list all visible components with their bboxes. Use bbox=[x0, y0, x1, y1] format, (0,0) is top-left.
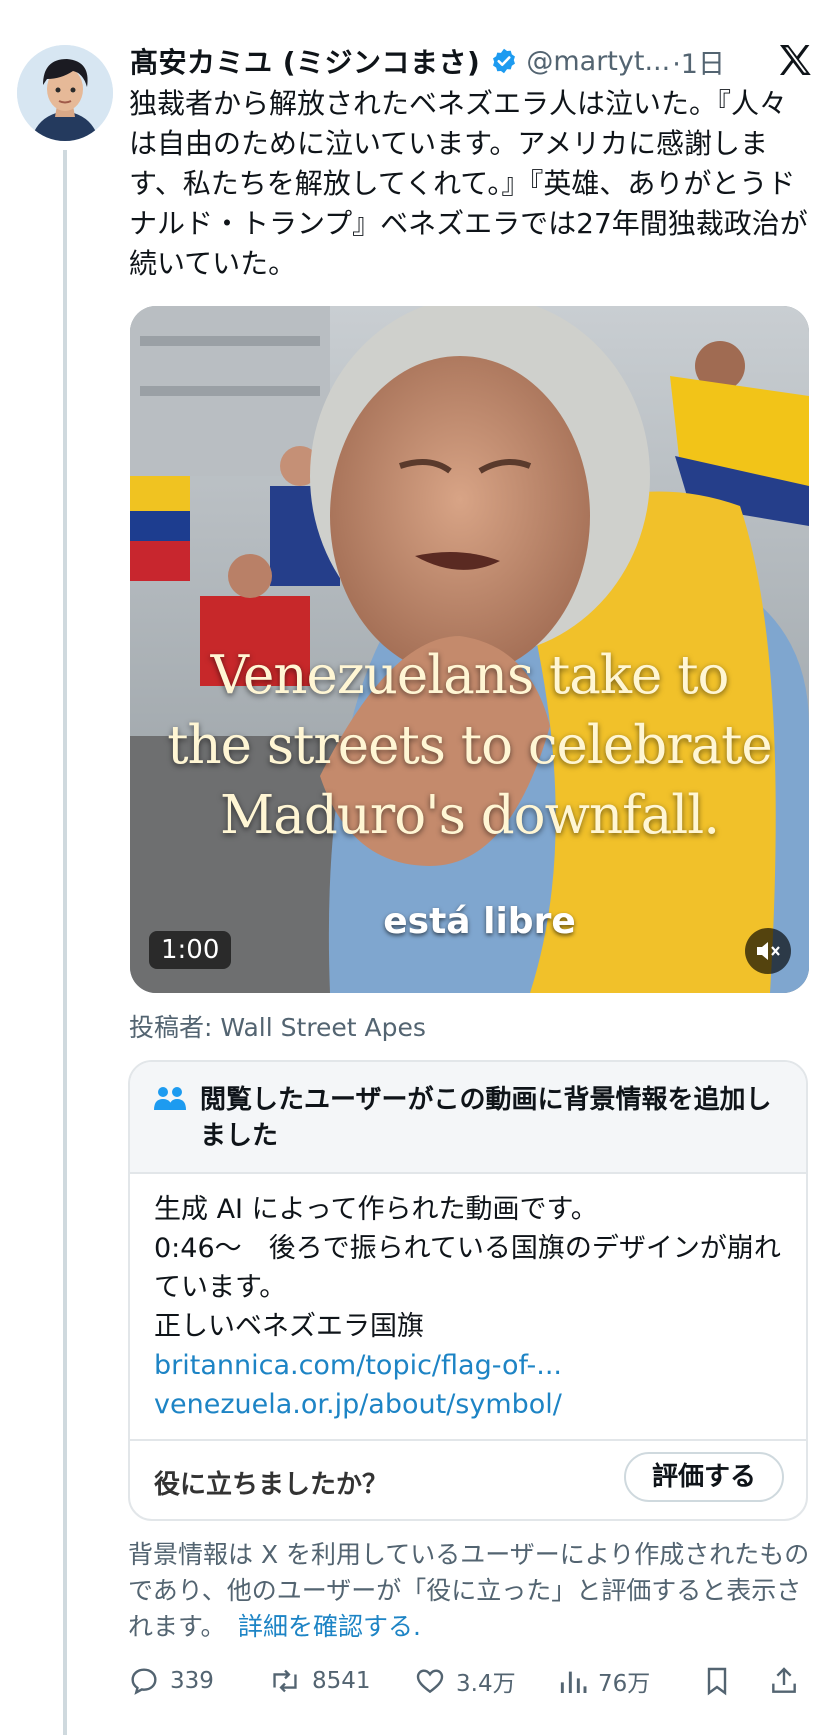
share-button[interactable] bbox=[768, 1658, 810, 1704]
avatar-illustration bbox=[17, 45, 113, 141]
posted-by: 投稿者: Wall Street Apes bbox=[129, 1013, 426, 1042]
reply-button[interactable]: 339 bbox=[128, 1658, 214, 1704]
reply-count: 339 bbox=[170, 1668, 214, 1694]
video-caption-line: Maduro's downfall. bbox=[219, 785, 720, 846]
thread-line bbox=[63, 150, 67, 1735]
note-disclaimer: 背景情報は X を利用しているユーザーにより作成されたものであり、他のユーザーが… bbox=[128, 1537, 818, 1645]
video-caption-line: the streets to celebrate bbox=[167, 715, 773, 776]
like-count: 3.4万 bbox=[456, 1671, 516, 1697]
people-icon bbox=[154, 1087, 186, 1110]
note-link-venezuela[interactable]: venezuela.or.jp/about/symbol/ bbox=[154, 1385, 794, 1424]
x-logo-icon bbox=[780, 45, 811, 75]
views-count: 76万 bbox=[598, 1671, 651, 1697]
author-handle[interactable]: @martyt... bbox=[526, 46, 670, 77]
rate-button[interactable]: 評価する bbox=[624, 1452, 784, 1502]
views-button[interactable]: 76万 bbox=[558, 1658, 650, 1704]
learn-more-link[interactable]: 詳細を確認する bbox=[238, 1612, 413, 1641]
video-caption: Venezuelans take to the streets to celeb… bbox=[130, 641, 809, 851]
action-bar: 339 8541 3.4万 76万 bbox=[128, 1658, 808, 1704]
video-caption-line: Venezuelans take to bbox=[210, 645, 730, 706]
tweet-time[interactable]: ·1日 bbox=[672, 42, 725, 81]
repost-button[interactable]: 8541 bbox=[268, 1658, 371, 1704]
community-note-title: 閲覧したユーザーがこの動画に背景情報を追加しました bbox=[200, 1085, 772, 1151]
bookmark-button[interactable] bbox=[702, 1658, 742, 1704]
repost-count: 8541 bbox=[312, 1668, 371, 1694]
tweet-text: 独裁者から解放されたベネズエラ人は泣いた。『人々は自由のために泣いています。アメ… bbox=[129, 87, 808, 280]
video-player[interactable]: Venezuelans take to the streets to celeb… bbox=[130, 306, 809, 993]
mute-button[interactable] bbox=[745, 928, 791, 974]
video-subtitle: está libre bbox=[383, 901, 576, 942]
divider bbox=[130, 1439, 806, 1441]
verified-badge-icon bbox=[493, 48, 516, 74]
author-name[interactable]: 髙安カミユ (ミジンコまさ) bbox=[130, 41, 480, 81]
share-icon bbox=[772, 1667, 796, 1693]
community-note: 閲覧したユーザーがこの動画に背景情報を追加しました 生成 AI によって作られた… bbox=[128, 1060, 808, 1521]
like-button[interactable]: 3.4万 bbox=[414, 1658, 516, 1704]
community-note-body: 生成 AI によって作られた動画です。 0:46～ 後ろで振られている国旗のデザ… bbox=[154, 1190, 794, 1424]
bookmark-icon bbox=[707, 1667, 727, 1696]
reply-icon bbox=[131, 1668, 157, 1695]
muted-speaker-icon bbox=[757, 942, 780, 960]
heart-icon bbox=[416, 1669, 444, 1694]
views-chart-icon bbox=[560, 1671, 587, 1693]
tweet-header: 髙安カミユ (ミジンコまさ) @martyt... ·1日 bbox=[130, 38, 810, 84]
helpful-question: 役に立ちましたか？ bbox=[154, 1470, 389, 1500]
note-link-britannica[interactable]: britannica.com/topic/flag-of-... bbox=[154, 1346, 794, 1385]
note-line: 生成 AI によって作られた動画です。 bbox=[154, 1194, 598, 1225]
video-duration: 1:00 bbox=[149, 931, 232, 969]
community-note-header: 閲覧したユーザーがこの動画に背景情報を追加しました bbox=[130, 1062, 806, 1174]
note-line: 0:46～ 後ろで振られている国旗のデザインが崩れています。 bbox=[154, 1233, 781, 1303]
disclaimer-text: 背景情報は X を利用しているユーザーにより作成されたものであり、他のユーザーが… bbox=[128, 1540, 810, 1641]
note-line: 正しいベネズエラ国旗 bbox=[154, 1311, 424, 1342]
repost-icon bbox=[273, 1669, 297, 1693]
avatar[interactable] bbox=[17, 45, 113, 141]
disclaimer-period: . bbox=[413, 1612, 421, 1641]
